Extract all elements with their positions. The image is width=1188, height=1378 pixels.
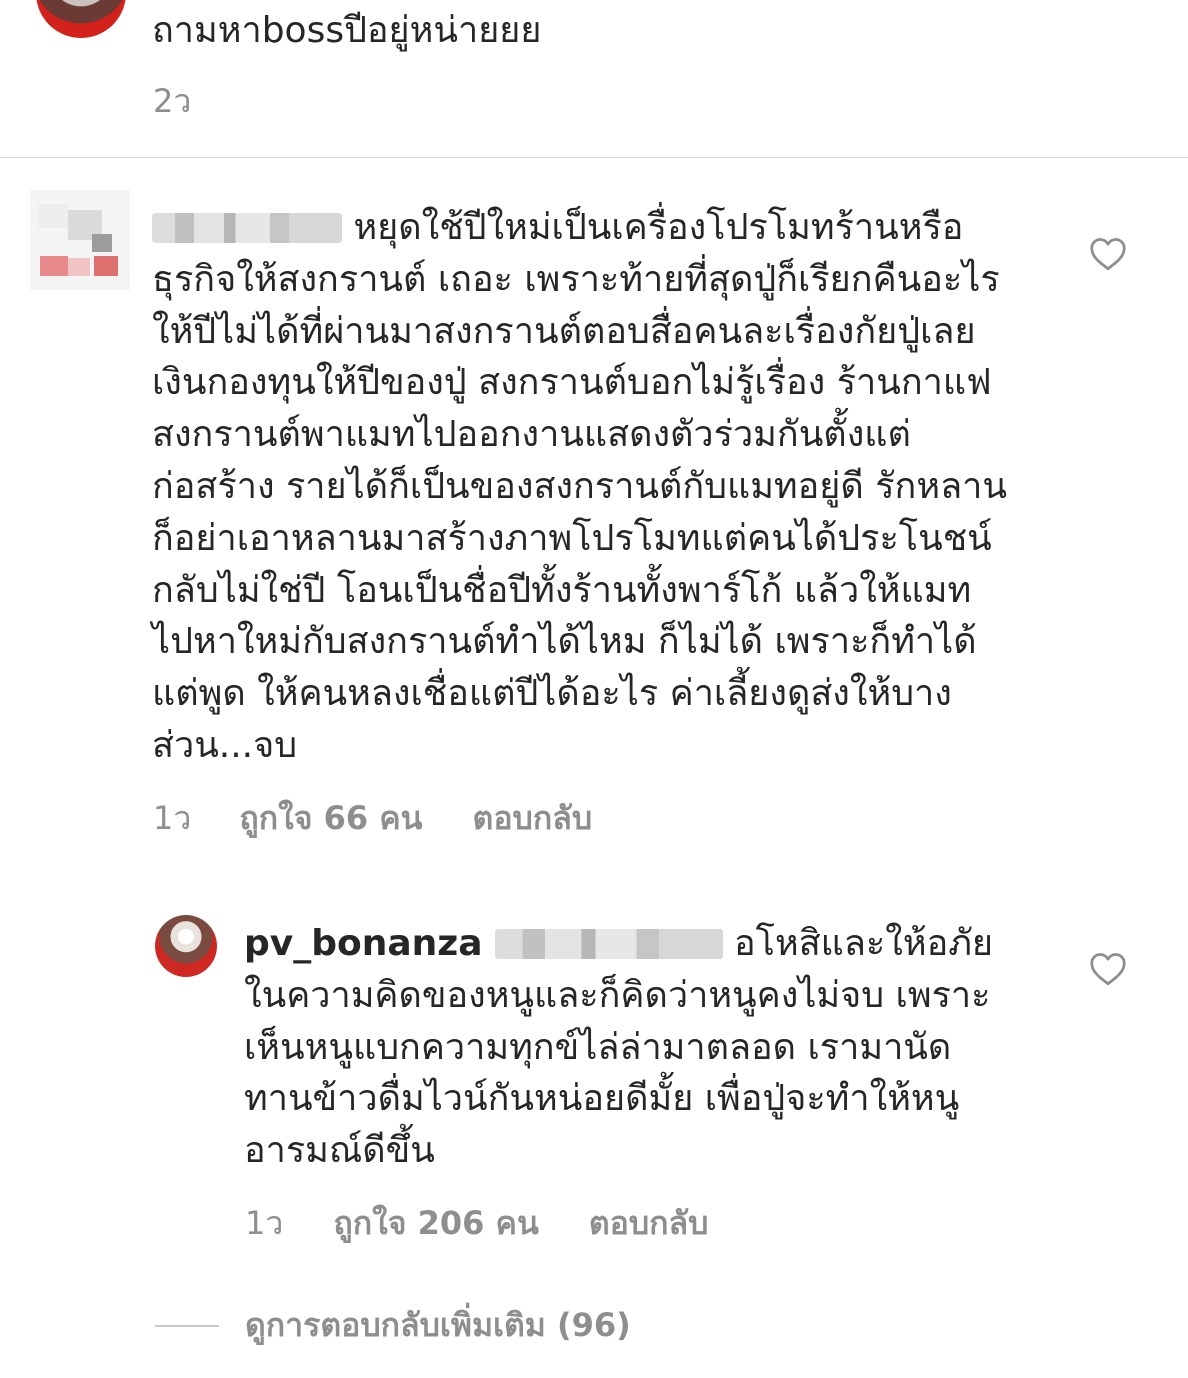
reply-time: 1ว [245,1204,284,1242]
comment-meta: 1ว ถูกใจ 66 คน ตอบกลับ [153,793,592,844]
comment-body: หยุดใช้ปีใหม่เป็นเครื่องโปรโมทร้านหรือธุ… [152,202,1012,772]
previous-comment-time: 2ว [153,82,192,120]
previous-commenter-avatar[interactable] [36,0,126,38]
reply-meta: 1ว ถูกใจ 206 คน ตอบกลับ [245,1198,708,1249]
reply-author-avatar[interactable] [155,915,217,977]
comment-likes[interactable]: ถูกใจ 66 คน [239,793,422,844]
commenter-avatar[interactable] [30,190,130,290]
comment-reply-button[interactable]: ตอบกลับ [473,793,593,844]
reply-mention[interactable] [494,929,723,959]
commenter-username[interactable] [152,213,342,243]
view-replies-line [155,1324,219,1327]
like-reply-heart-icon[interactable] [1089,952,1127,986]
reply-username[interactable]: pv_bonanza [244,923,483,964]
previous-comment-text: ถามหาbossปีอยู่หน่ายยย [152,10,542,51]
comment-time: 1ว [153,799,192,837]
comment-text: หยุดใช้ปีใหม่เป็นเครื่องโปรโมทร้านหรือธุ… [152,207,1007,766]
previous-comment-meta: 2ว [153,76,191,127]
like-comment-heart-icon[interactable] [1089,237,1127,271]
view-more-replies-label: ดูการตอบกลับเพิ่มเติม (96) [245,1306,631,1344]
reply-likes[interactable]: ถูกใจ 206 คน [333,1198,538,1249]
reply-body: pv_bonanza อโหสิและให้อภัยในความคิดของหน… [244,918,1014,1177]
view-more-replies-button[interactable]: ดูการตอบกลับเพิ่มเติม (96) [155,1300,631,1351]
divider [0,157,1188,158]
reply-reply-button[interactable]: ตอบกลับ [589,1198,709,1249]
